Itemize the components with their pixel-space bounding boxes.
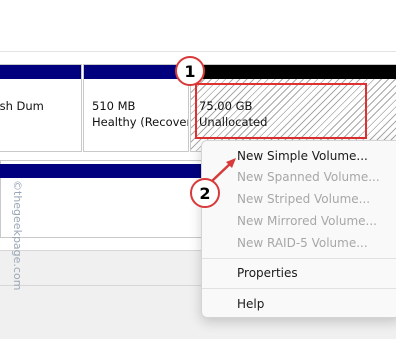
menu-item-new-simple-volume[interactable]: New Simple Volume... — [237, 148, 368, 164]
step-1-badge: 1 — [175, 56, 205, 86]
partition-text: 510 MB Healthy (Recovery — [92, 98, 189, 130]
partition-status: Healthy (Recovery — [92, 115, 189, 129]
partition-bar — [0, 65, 81, 79]
partition-recovery[interactable]: 510 MB Healthy (Recovery — [83, 64, 189, 152]
partition-bar — [84, 65, 188, 79]
volume-list-pane — [0, 0, 396, 52]
menu-item-new-spanned-volume: New Spanned Volume... — [237, 170, 380, 184]
partition-status: ile, Crash Dum — [0, 99, 44, 113]
menu-item-new-striped-volume: New Striped Volume... — [237, 192, 371, 206]
partition-text: ile, Crash Dum — [0, 98, 44, 114]
partition-bar — [191, 65, 396, 79]
partition-bar — [0, 164, 210, 178]
step-2-badge: 2 — [190, 178, 220, 208]
unallocated-highlight-box — [195, 83, 367, 139]
partition-size: 510 MB — [92, 99, 136, 113]
menu-item-properties[interactable]: Properties — [237, 265, 298, 281]
menu-separator — [202, 288, 396, 289]
context-menu: New Simple Volume... New Spanned Volume.… — [201, 140, 396, 318]
menu-item-new-mirrored-volume: New Mirrored Volume... — [237, 214, 377, 228]
partition-crash-dump[interactable]: ile, Crash Dum — [0, 64, 82, 152]
menu-separator — [202, 258, 396, 259]
menu-item-help[interactable]: Help — [237, 296, 264, 312]
menu-item-new-raid5-volume: New RAID-5 Volume... — [237, 236, 368, 250]
watermark: ©thegeekpage.com — [11, 180, 24, 291]
